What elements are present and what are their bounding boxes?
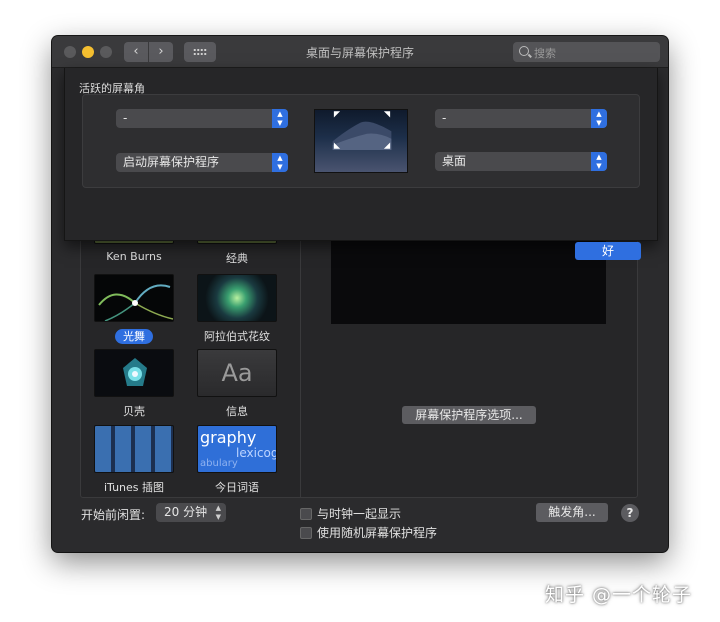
saver-flurry[interactable]: 光舞 xyxy=(94,274,174,344)
saver-word-of-the-day[interactable]: graphy lexicog abulary 今日词语 xyxy=(197,425,277,495)
show-clock-checkbox[interactable] xyxy=(300,508,312,520)
show-all-button[interactable] xyxy=(184,42,216,62)
minimize-button[interactable] xyxy=(82,46,94,58)
random-saver-checkbox[interactable] xyxy=(300,527,312,539)
watermark: 知乎 @一个轮子 xyxy=(545,584,693,606)
corner-top-right-icon xyxy=(383,111,391,118)
saver-thumbnail xyxy=(94,349,174,397)
panel-divider xyxy=(300,207,301,497)
updown-arrows-icon: ▲ ▼ xyxy=(272,153,288,172)
bottom-right-corner-popup[interactable]: 桌面 ▲ ▼ xyxy=(435,152,607,171)
saver-arabesque[interactable]: 阿拉伯式花纹 xyxy=(197,274,277,344)
idle-time-popup[interactable]: 20 分钟 ▲ ▼ xyxy=(156,503,226,522)
saver-thumbnail xyxy=(197,274,277,322)
saver-thumbnail: graphy lexicog abulary xyxy=(197,425,277,473)
shell-art xyxy=(123,358,147,386)
saver-label: 贝壳 xyxy=(123,405,145,418)
back-button[interactable]: ‹ xyxy=(124,42,148,62)
saver-message[interactable]: Aa 信息 xyxy=(197,349,277,419)
saver-label: 经典 xyxy=(226,252,248,265)
saver-shell[interactable]: 贝壳 xyxy=(94,349,174,419)
search-icon xyxy=(519,46,529,56)
zoom-button[interactable] xyxy=(100,46,112,58)
saver-thumbnail xyxy=(94,274,174,322)
updown-arrows-icon: ▲ ▼ xyxy=(272,109,288,128)
chevron-right-icon: › xyxy=(158,44,164,59)
top-left-corner-popup[interactable]: - ▲ ▼ xyxy=(116,109,288,128)
ok-button[interactable]: 好 xyxy=(575,242,641,260)
bottom-left-corner-popup[interactable]: 启动屏幕保护程序 ▲ ▼ xyxy=(116,153,288,172)
grid-icon xyxy=(193,48,207,56)
corner-top-left-icon xyxy=(333,111,341,118)
title-bar: ‹ › 桌面与屏幕保护程序 搜索 xyxy=(52,36,668,68)
forward-button[interactable]: › xyxy=(149,42,173,62)
random-saver-checkbox-row[interactable]: 使用随机屏幕保护程序 xyxy=(300,524,437,541)
search-field[interactable]: 搜索 xyxy=(513,42,660,62)
saver-label: 阿拉伯式花纹 xyxy=(204,330,270,343)
hot-corners-button[interactable]: 触发角... xyxy=(536,503,608,522)
updown-arrows-icon: ▲ ▼ xyxy=(591,152,607,171)
search-placeholder: 搜索 xyxy=(534,47,556,60)
help-button[interactable]: ? xyxy=(621,504,639,522)
saver-thumbnail xyxy=(94,425,174,473)
saver-label: 今日词语 xyxy=(215,481,259,494)
idle-label: 开始前闲置: xyxy=(81,508,146,522)
top-right-corner-popup[interactable]: - ▲ ▼ xyxy=(435,109,607,128)
saver-itunes-artwork[interactable]: iTunes 插图 xyxy=(94,425,174,495)
saver-label-selected: 光舞 xyxy=(94,328,174,344)
saver-label: iTunes 插图 xyxy=(103,481,165,494)
show-clock-checkbox-row[interactable]: 与时钟一起显示 xyxy=(300,505,401,522)
preferences-window: ‹ › 桌面与屏幕保护程序 搜索 Ken Burns 经典 光舞 阿拉伯式花纹 … xyxy=(52,36,668,552)
mojave-dune-art xyxy=(332,111,392,150)
corner-preview-image xyxy=(314,109,408,173)
screensaver-options-button[interactable]: 屏幕保护程序选项... xyxy=(402,406,536,424)
updown-arrows-icon: ▲ ▼ xyxy=(591,109,607,128)
flurry-art xyxy=(98,284,173,321)
updown-arrows-icon: ▲ ▼ xyxy=(215,504,221,521)
close-button[interactable] xyxy=(64,46,76,58)
saver-label: 信息 xyxy=(226,405,248,418)
hot-corners-sheet: 活跃的屏幕角 - ▲ ▼ - ▲ ▼ 启动屏幕保护程序 ▲ ▼ 桌面 ▲ ▼ 好 xyxy=(64,68,658,260)
window-title: 桌面与屏幕保护程序 xyxy=(305,46,414,60)
chevron-left-icon: ‹ xyxy=(133,44,139,59)
saver-thumbnail: Aa xyxy=(197,349,277,397)
saver-label: Ken Burns xyxy=(106,250,162,263)
